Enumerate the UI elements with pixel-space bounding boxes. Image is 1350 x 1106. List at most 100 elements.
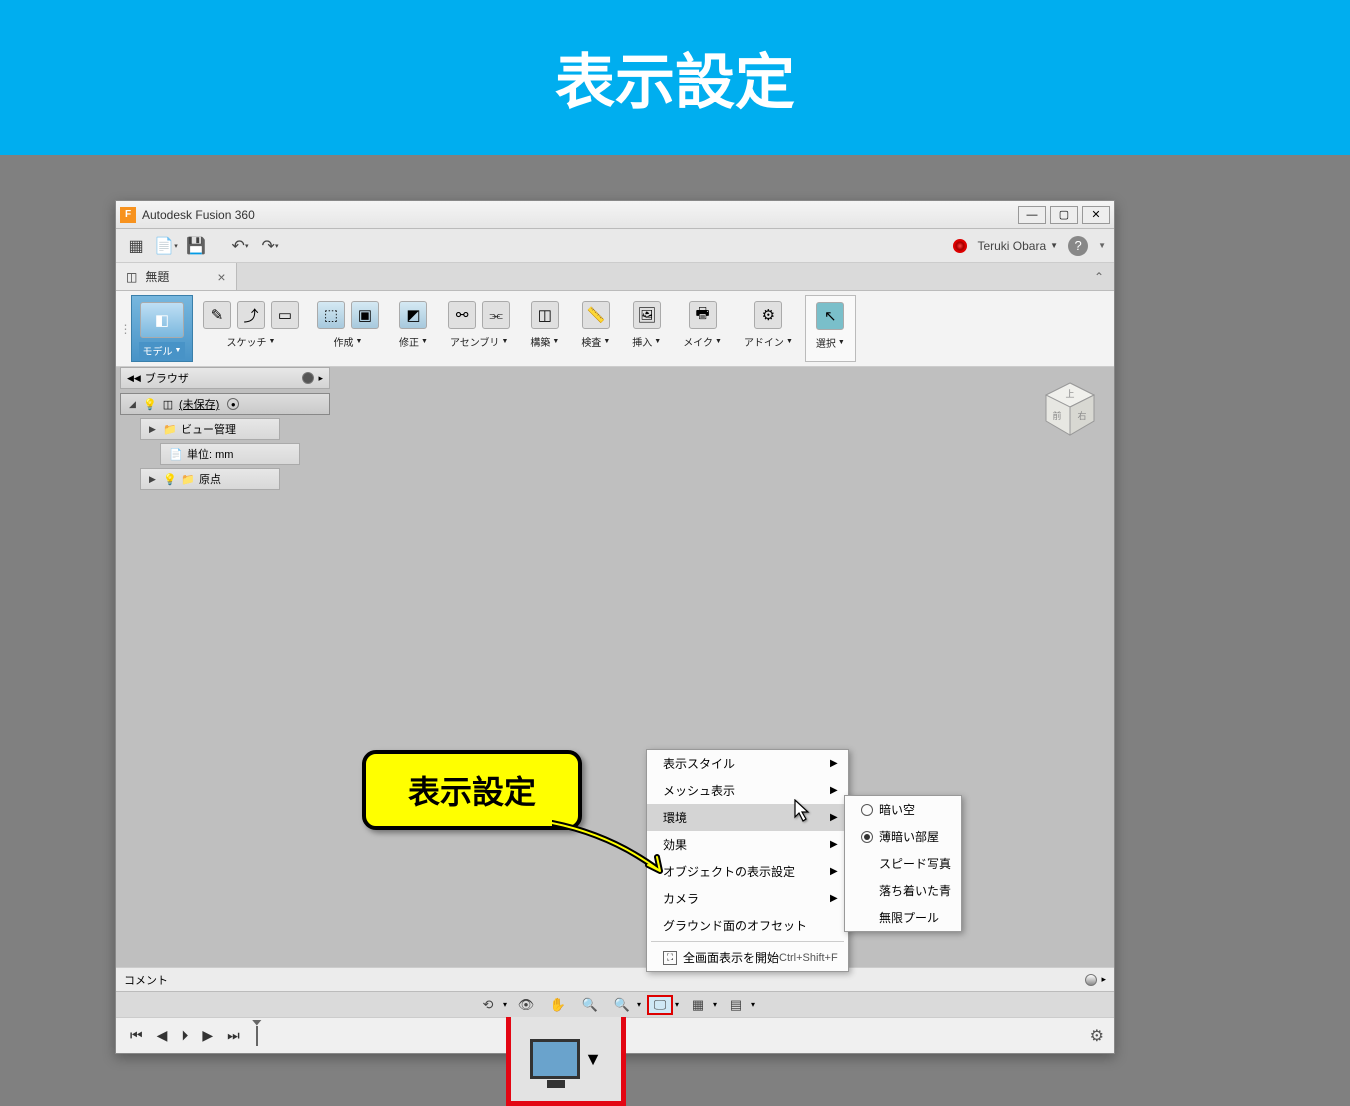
radio-checked-icon bbox=[861, 831, 873, 843]
ribbon-model-label[interactable]: モデル▼ bbox=[139, 342, 186, 359]
document-tab-bar: ◫ 無題 × ⌃ bbox=[116, 263, 1114, 291]
pan-icon[interactable]: ✋ bbox=[545, 995, 571, 1015]
navigation-toolbar: ⟲▾ 👁 ✋ 🔍 🔍▾ 🖵▾ ▦▾ ▤▾ bbox=[116, 991, 1114, 1017]
tree-root[interactable]: ◢ 💡 ◫ (未保存) ● bbox=[120, 393, 330, 415]
timeline-prev-icon[interactable]: ◀ bbox=[153, 1025, 172, 1046]
ribbon-insert-label[interactable]: 挿入▼ bbox=[628, 333, 665, 350]
close-button[interactable]: ✕ bbox=[1082, 206, 1110, 224]
file-icon[interactable]: 📄▾ bbox=[154, 234, 178, 258]
assembly-joint-icon[interactable]: ⚯ bbox=[448, 301, 476, 329]
cube-icon: ◫ bbox=[126, 270, 137, 284]
timeline-end-icon[interactable]: ⏭ bbox=[223, 1025, 244, 1046]
grid-settings-icon[interactable]: ▦ bbox=[685, 995, 711, 1015]
undo-icon[interactable]: ↶▾ bbox=[228, 234, 252, 258]
svg-text:前: 前 bbox=[1052, 410, 1061, 421]
ribbon-addin-label[interactable]: アドイン▼ bbox=[740, 333, 797, 350]
ribbon-modify-label[interactable]: 修正▼ bbox=[395, 333, 432, 350]
user-name-label: Teruki Obara bbox=[977, 239, 1046, 253]
sketch-rect-icon[interactable]: ▭ bbox=[271, 301, 299, 329]
help-icon[interactable]: ? bbox=[1068, 236, 1088, 256]
ribbon-construct-label[interactable]: 構築▼ bbox=[526, 333, 563, 350]
timeline-play-icon[interactable]: ▶ bbox=[198, 1025, 217, 1046]
tree-view-label: ビュー管理 bbox=[181, 421, 236, 437]
record-icon[interactable] bbox=[953, 239, 967, 253]
ribbon-sketch-group: ✎ ⤴ ▭ スケッチ▼ bbox=[195, 295, 307, 362]
document-tab-label: 無題 bbox=[145, 268, 169, 285]
quick-access-toolbar: ▦ 📄▾ 💾 ↶▾ ↷▾ Teruki Obara ▼ ?▼ bbox=[116, 229, 1114, 263]
modify-icon[interactable]: ◩ bbox=[399, 301, 427, 329]
construct-plane-icon[interactable]: ◫ bbox=[531, 301, 559, 329]
orbit-icon[interactable]: ⟲ bbox=[475, 995, 501, 1015]
ribbon-addin-group: ⚙ アドイン▼ bbox=[734, 295, 803, 362]
assembly-link-icon[interactable]: ⫘ bbox=[482, 301, 510, 329]
tree-origin[interactable]: ▶ 💡 📁 原点 bbox=[140, 468, 280, 490]
ribbon-make-label[interactable]: メイク▼ bbox=[679, 333, 726, 350]
lightbulb-icon[interactable]: 💡 bbox=[163, 472, 177, 486]
submenu-dark-sky[interactable]: 暗い空 bbox=[845, 796, 961, 823]
measure-icon[interactable]: 📏 bbox=[582, 301, 610, 329]
close-tab-icon[interactable]: × bbox=[217, 269, 225, 285]
folder-icon: 📁 bbox=[181, 472, 195, 486]
ribbon-assembly-label[interactable]: アセンブリ▼ bbox=[446, 333, 512, 350]
ribbon-assembly-group: ⚯ ⫘ アセンブリ▼ bbox=[440, 295, 518, 362]
user-menu[interactable]: Teruki Obara ▼ bbox=[977, 239, 1058, 253]
submenu-dim-room[interactable]: 薄暗い部屋 bbox=[845, 823, 961, 850]
ribbon-sketch-label[interactable]: スケッチ▼ bbox=[223, 333, 280, 350]
zoom-fit-icon[interactable]: 🔍 bbox=[609, 995, 635, 1015]
tree-units[interactable]: 📄 単位: mm bbox=[160, 443, 300, 465]
tree-root-label: (未保存) bbox=[179, 396, 219, 412]
settings-gear-icon[interactable]: ⚙ bbox=[1090, 1026, 1104, 1046]
timeline-next-icon[interactable]: ⏵ bbox=[177, 1025, 192, 1046]
viewcube[interactable]: 上 前 右 bbox=[1040, 379, 1100, 439]
display-settings-button[interactable]: 🖵 bbox=[647, 995, 673, 1015]
model-cube-icon[interactable]: ◧ bbox=[140, 302, 184, 338]
box-icon[interactable]: ▣ bbox=[351, 301, 379, 329]
ribbon-toolbar: ⋮ ◧ モデル▼ ✎ ⤴ ▭ スケッチ▼ ⬚ ▣ 作成▼ ◩ 修正▼ ⚯ bbox=[116, 291, 1114, 367]
sketch-line-icon[interactable]: ⤴ bbox=[237, 301, 265, 329]
addin-gear-icon[interactable]: ⚙ bbox=[754, 301, 782, 329]
browser-header[interactable]: ◀◀ ブラウザ ▸ bbox=[120, 367, 330, 389]
zoom-icon[interactable]: 🔍 bbox=[577, 995, 603, 1015]
ribbon-inspect-label[interactable]: 検査▼ bbox=[577, 333, 614, 350]
grid-icon[interactable]: ▦ bbox=[124, 234, 148, 258]
redo-icon[interactable]: ↷▾ bbox=[258, 234, 282, 258]
ribbon-create-label[interactable]: 作成▼ bbox=[330, 333, 367, 350]
submenu-calm-blue[interactable]: 落ち着いた青 bbox=[845, 877, 961, 904]
timeline-start-icon[interactable]: ⏮ bbox=[126, 1025, 147, 1046]
folder-icon: 📁 bbox=[163, 422, 177, 436]
environment-submenu: 暗い空 薄暗い部屋 スピード写真 落ち着いた青 無限プール bbox=[844, 795, 962, 932]
menu-mesh-display[interactable]: メッシュ表示▶ bbox=[647, 777, 848, 804]
extrude-icon[interactable]: ⬚ bbox=[317, 301, 345, 329]
lightbulb-icon[interactable]: 💡 bbox=[143, 397, 157, 411]
menu-separator bbox=[651, 941, 844, 942]
timeline-marker[interactable] bbox=[256, 1026, 258, 1046]
menu-ground-offset[interactable]: グラウンド面のオフセット bbox=[647, 912, 848, 939]
viewport-layout-icon[interactable]: ▤ bbox=[723, 995, 749, 1015]
ribbon-construct-group: ◫ 構築▼ bbox=[520, 295, 569, 362]
menu-display-style[interactable]: 表示スタイル▶ bbox=[647, 750, 848, 777]
document-tab[interactable]: ◫ 無題 × bbox=[116, 263, 237, 290]
display-settings-callout-icon: ▼ bbox=[506, 1012, 626, 1106]
ribbon-grip[interactable]: ⋮ bbox=[122, 295, 129, 362]
minimize-button[interactable]: — bbox=[1018, 206, 1046, 224]
look-icon[interactable]: 👁 bbox=[513, 995, 539, 1015]
document-icon: 📄 bbox=[169, 447, 183, 461]
menu-fullscreen[interactable]: ⛶全画面表示を開始Ctrl+Shift+F bbox=[647, 944, 848, 971]
save-icon[interactable]: 💾 bbox=[184, 234, 208, 258]
make-print-icon[interactable]: 🖶 bbox=[689, 301, 717, 329]
browser-tree: ◢ 💡 ◫ (未保存) ● ▶ 📁 ビュー管理 📄 単位: mm ▶ bbox=[120, 389, 330, 494]
menu-camera[interactable]: カメラ▶ bbox=[647, 885, 848, 912]
expand-icon[interactable]: ⌃ bbox=[1084, 270, 1114, 284]
submenu-infinite-pool[interactable]: 無限プール bbox=[845, 904, 961, 931]
submenu-speed-photo[interactable]: スピード写真 bbox=[845, 850, 961, 877]
sketch-create-icon[interactable]: ✎ bbox=[203, 301, 231, 329]
browser-collapse-icon[interactable] bbox=[302, 372, 314, 384]
maximize-button[interactable]: ▢ bbox=[1050, 206, 1078, 224]
ribbon-select-label[interactable]: 選択▼ bbox=[812, 334, 849, 351]
ribbon-make-group: 🖶 メイク▼ bbox=[673, 295, 732, 362]
tree-view-manage[interactable]: ▶ 📁 ビュー管理 bbox=[140, 418, 280, 440]
select-cursor-icon[interactable]: ↖ bbox=[816, 302, 844, 330]
ribbon-model-group[interactable]: ◧ モデル▼ bbox=[131, 295, 193, 362]
comment-add-icon[interactable] bbox=[1085, 974, 1097, 986]
insert-image-icon[interactable]: 🖼 bbox=[633, 301, 661, 329]
